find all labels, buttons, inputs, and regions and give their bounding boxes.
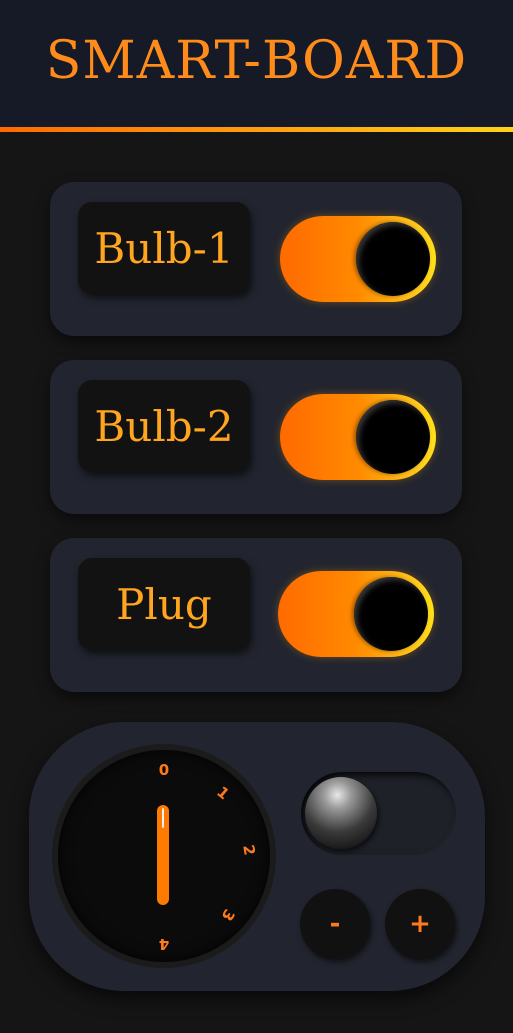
dial-mark-3: 3 <box>217 905 239 925</box>
device-card-plug: Plug <box>50 538 462 692</box>
dial-mark-0: 0 <box>158 761 170 779</box>
speed-dial[interactable]: 0 1 2 3 4 <box>58 750 270 962</box>
toggle-knob <box>356 222 430 296</box>
toggle-bulb-1[interactable] <box>280 216 436 302</box>
page-title: SMART-BOARD <box>45 31 468 91</box>
toggle-plug[interactable] <box>278 571 434 657</box>
device-label-bulb-2: Bulb-2 <box>78 380 250 472</box>
minus-button[interactable]: - <box>300 889 370 959</box>
device-card-bulb-1: Bulb-1 <box>50 182 462 336</box>
plus-button[interactable]: + <box>385 889 455 959</box>
dial-mark-1: 1 <box>213 782 233 804</box>
toggle-knob <box>354 577 428 651</box>
dial-mark-4: 4 <box>158 935 170 953</box>
header-accent-line <box>0 127 513 132</box>
dial-mark-2: 2 <box>239 843 259 857</box>
device-label-bulb-1: Bulb-1 <box>78 202 250 294</box>
device-label-plug: Plug <box>78 558 250 650</box>
toggle-bulb-2[interactable] <box>280 394 436 480</box>
slider-toggle[interactable] <box>301 772 456 855</box>
device-card-bulb-2: Bulb-2 <box>50 360 462 514</box>
header-bar: SMART-BOARD <box>0 0 513 127</box>
slider-knob[interactable] <box>305 777 377 849</box>
control-panel: 0 1 2 3 4 - + <box>29 722 485 991</box>
dial-needle-highlight <box>162 808 164 828</box>
toggle-knob <box>356 400 430 474</box>
